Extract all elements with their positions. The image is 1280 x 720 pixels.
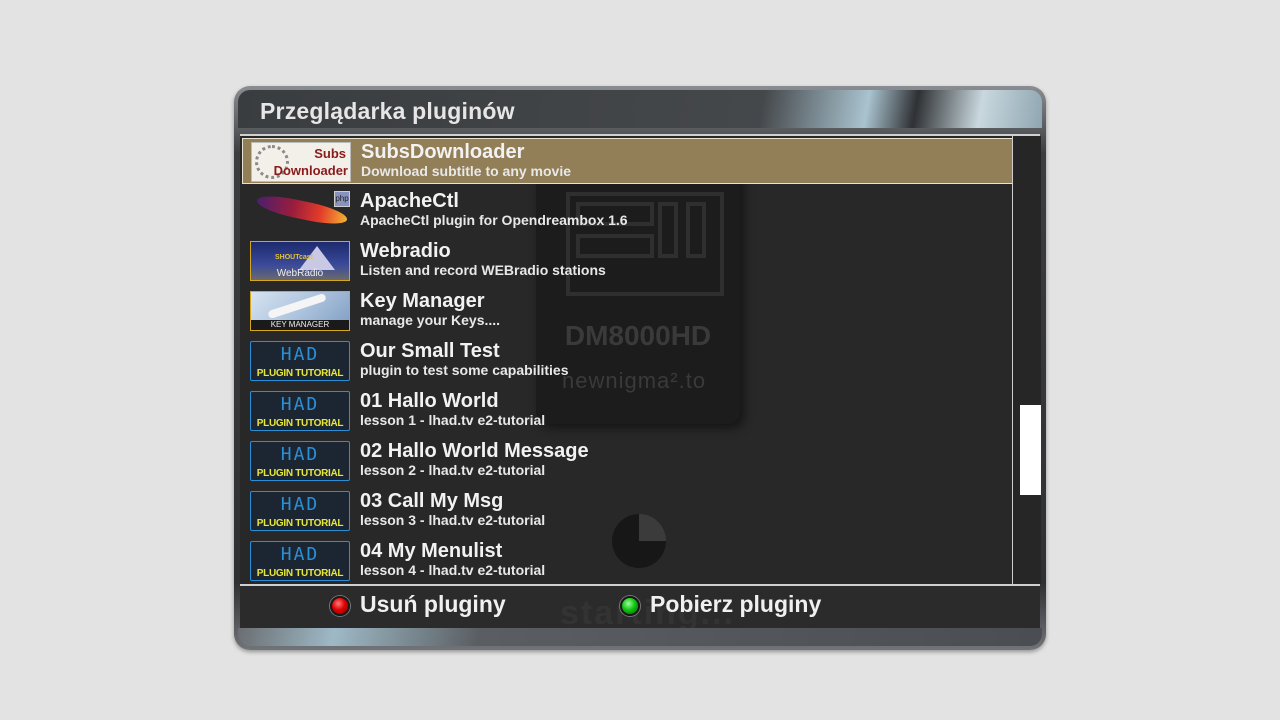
thumb-text: WebRadio bbox=[276, 268, 324, 279]
thumb-text: SHOUTcast bbox=[275, 254, 313, 261]
plugin-description: lesson 2 - lhad.tv e2-tutorial bbox=[360, 462, 546, 478]
plugin-tutorial-icon: HAD PLUGIN TUTORIAL bbox=[250, 491, 350, 531]
download-plugins-button[interactable]: Pobierz pluginy bbox=[620, 590, 860, 622]
plugin-description: lesson 4 - lhad.tv e2-tutorial bbox=[360, 562, 546, 578]
plugin-row[interactable]: HAD PLUGIN TUTORIAL Our Small Test plugin t… bbox=[242, 338, 1014, 384]
apache-feather-icon: php bbox=[250, 191, 350, 231]
plugin-row[interactable]: KEY MANAGER Key Manager manage your Keys..… bbox=[242, 288, 1014, 334]
key-shape bbox=[267, 292, 327, 320]
remove-plugins-button[interactable]: Usuń pluginy bbox=[330, 590, 530, 622]
plugin-name: 04 My Menulist bbox=[360, 540, 503, 562]
plugin-description: plugin to test some capabilities bbox=[360, 362, 569, 378]
thumb-text: PLUGIN TUTORIAL bbox=[256, 468, 344, 479]
plugin-tutorial-icon: HAD PLUGIN TUTORIAL bbox=[250, 441, 350, 481]
subs-downloader-icon: Subs Downloader bbox=[251, 142, 351, 182]
bottom-frame bbox=[238, 628, 1042, 646]
red-button-icon bbox=[330, 596, 350, 616]
download-plugins-label: Pobierz pluginy bbox=[650, 591, 822, 617]
plugin-name: 03 Call My Msg bbox=[360, 490, 504, 512]
plugin-row[interactable]: SHOUTcast WebRadio Webradio Listen and reco… bbox=[242, 238, 1014, 284]
remove-plugins-label: Usuń pluginy bbox=[360, 591, 506, 617]
scrollbar-thumb[interactable] bbox=[1020, 405, 1041, 495]
thumb-text: Downloader bbox=[273, 163, 348, 178]
thumb-text: HAD bbox=[280, 544, 320, 565]
plugin-row[interactable]: HAD PLUGIN TUTORIAL 04 My Menulist lesson 4… bbox=[242, 538, 1014, 584]
plugin-row[interactable]: HAD PLUGIN TUTORIAL 02 Hallo World Message… bbox=[242, 438, 1014, 484]
plugin-tutorial-icon: HAD PLUGIN TUTORIAL bbox=[250, 391, 350, 431]
plugin-name: Webradio bbox=[360, 240, 451, 262]
plugin-description: lesson 3 - lhad.tv e2-tutorial bbox=[360, 512, 546, 528]
thumb-text: PLUGIN TUTORIAL bbox=[256, 418, 344, 429]
title-bar: Przeglądarka pluginów bbox=[238, 90, 1042, 128]
plugin-browser-window: Przeglądarka pluginów DM8000HD newnigma²… bbox=[234, 86, 1046, 650]
list-scrollbar[interactable] bbox=[1012, 136, 1041, 584]
plugin-row[interactable]: php ApacheCtl ApacheCtl plugin for Opendre… bbox=[242, 188, 1014, 234]
button-bar: starting... Usuń pluginy Pobierz pluginy bbox=[240, 584, 1040, 632]
plugin-name: ApacheCtl bbox=[360, 190, 459, 212]
thumb-text: PLUGIN TUTORIAL bbox=[256, 518, 344, 529]
thumb-text: Subs bbox=[314, 146, 346, 161]
plugin-row-selected[interactable]: Subs Downloader SubsDownloader Download sub… bbox=[242, 138, 1014, 184]
plugin-name: 01 Hallo World bbox=[360, 390, 499, 412]
plugin-tutorial-icon: HAD PLUGIN TUTORIAL bbox=[250, 541, 350, 581]
plugin-description: lesson 1 - lhad.tv e2-tutorial bbox=[360, 412, 546, 428]
thumb-text: KEY MANAGER bbox=[251, 320, 349, 330]
plugin-description: Listen and record WEBradio stations bbox=[360, 262, 606, 278]
plugin-tutorial-icon: HAD PLUGIN TUTORIAL bbox=[250, 341, 350, 381]
plugin-name: Our Small Test bbox=[360, 340, 500, 362]
webradio-icon: SHOUTcast WebRadio bbox=[250, 241, 350, 281]
thumb-text: php bbox=[334, 191, 350, 207]
thumb-text: PLUGIN TUTORIAL bbox=[256, 568, 344, 579]
thumb-text: HAD bbox=[280, 394, 320, 415]
thumb-text: HAD bbox=[280, 344, 320, 365]
thumb-text: PLUGIN TUTORIAL bbox=[256, 368, 344, 379]
plugin-description: ApacheCtl plugin for Opendreambox 1.6 bbox=[360, 212, 628, 228]
plugin-description: Download subtitle to any movie bbox=[361, 163, 572, 179]
plugin-row[interactable]: HAD PLUGIN TUTORIAL 03 Call My Msg lesson 3… bbox=[242, 488, 1014, 534]
plugin-name: 02 Hallo World Message bbox=[360, 440, 589, 462]
plugin-description: manage your Keys.... bbox=[360, 312, 501, 328]
plugin-name: Key Manager bbox=[360, 290, 485, 312]
plugin-list-panel: DM8000HD newnigma².to Subs Downloader Subs… bbox=[240, 134, 1040, 586]
plugin-name: SubsDownloader bbox=[361, 141, 525, 163]
window-title: Przeglądarka pluginów bbox=[260, 98, 515, 124]
thumb-text: HAD bbox=[280, 494, 320, 515]
green-button-icon bbox=[620, 596, 640, 616]
thumb-text: HAD bbox=[280, 444, 320, 465]
plugin-row[interactable]: HAD PLUGIN TUTORIAL 01 Hallo World lesson 1… bbox=[242, 388, 1014, 434]
key-manager-icon: KEY MANAGER bbox=[250, 291, 350, 331]
